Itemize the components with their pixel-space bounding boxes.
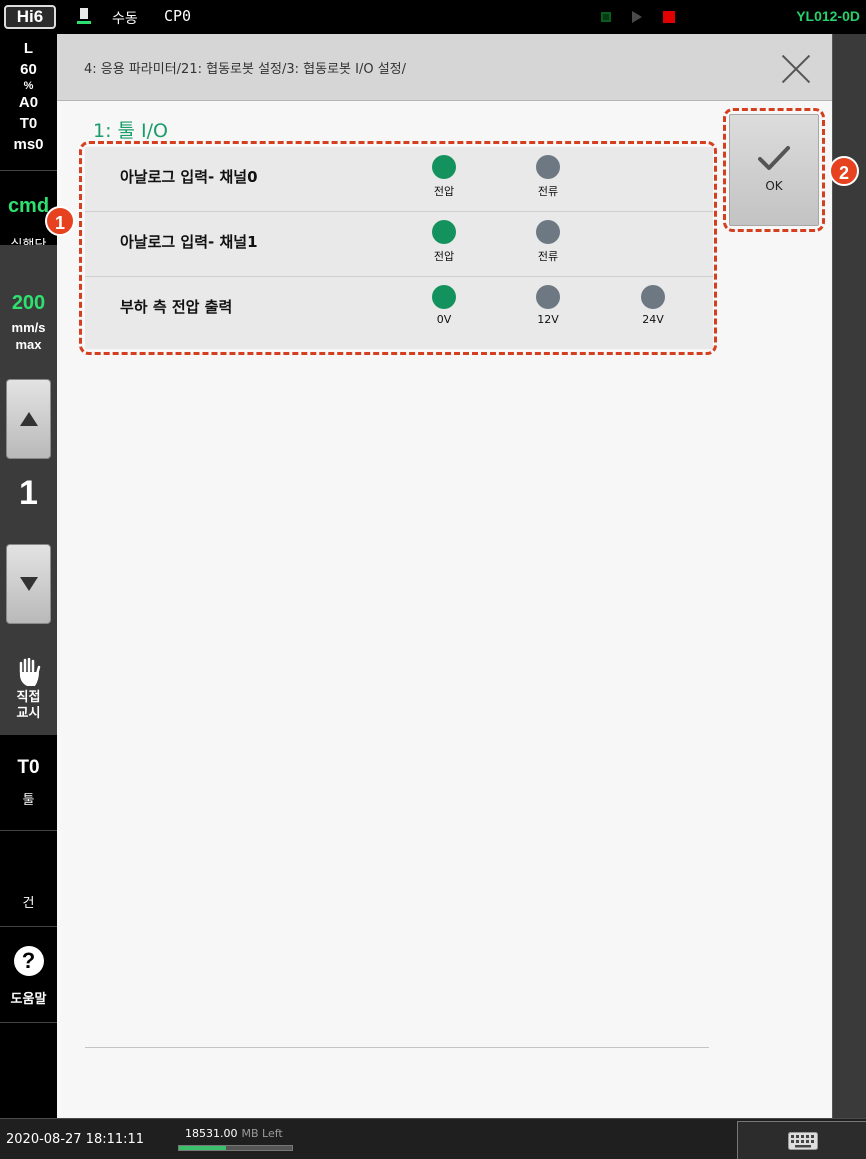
dialog-header: 4: 응용 파라미터/21: 협동로봇 설정/3: 협동로봇 I/O 설정/ xyxy=(57,34,832,101)
help-button[interactable]: ? 도움말 xyxy=(0,946,57,1007)
check-icon xyxy=(758,146,790,170)
option-voltage[interactable]: 전압 xyxy=(414,220,474,264)
direct-teach-label-2: 교시 xyxy=(16,706,41,721)
direct-teach-button[interactable]: 직접 교시 xyxy=(0,638,57,735)
status-line: % xyxy=(23,80,34,92)
status-line: A0 xyxy=(18,94,39,111)
left-sidebar: L 60 % A0 T0 ms0 cmd 실행단 200 mm/s max 1 … xyxy=(0,34,57,1118)
down-arrow-icon xyxy=(20,577,38,591)
option-caption: 전압 xyxy=(433,185,455,198)
step-up-button[interactable] xyxy=(6,379,51,459)
keyboard-icon xyxy=(788,1132,818,1150)
speed-mode: max xyxy=(15,337,42,352)
step-down-button[interactable] xyxy=(6,544,51,624)
help-label: 도움말 xyxy=(10,992,47,1007)
option-current[interactable]: 전류 xyxy=(518,220,578,264)
divider xyxy=(85,1047,709,1048)
play-icon xyxy=(632,11,642,23)
divider xyxy=(0,926,57,927)
up-arrow-icon xyxy=(20,412,38,426)
tool-io-panel: 아날로그 입력- 채널0 전압 전류 아날로그 입력- 채널1 전압 전류 부하… xyxy=(85,147,713,349)
option-24v[interactable]: 24V xyxy=(623,285,683,326)
memory-suffix: MB Left xyxy=(241,1127,283,1140)
memory-readout: 18531.00 MB Left xyxy=(185,1127,283,1140)
radio-unselected[interactable] xyxy=(536,220,560,244)
status-line: L xyxy=(23,40,34,57)
ok-button[interactable]: OK xyxy=(729,114,819,226)
tool-label: 툴 xyxy=(22,793,35,808)
speed-panel[interactable]: 200 mm/s max xyxy=(0,245,57,373)
speed-value: 200 xyxy=(11,292,46,314)
annotation-badge-2: 2 xyxy=(829,156,859,186)
option-caption: 전류 xyxy=(537,185,559,198)
memory-bar xyxy=(178,1145,293,1151)
option-caption: 24V xyxy=(642,313,664,326)
right-scroll-strip xyxy=(832,34,866,1118)
radio-unselected[interactable] xyxy=(536,285,560,309)
option-caption: 전압 xyxy=(433,250,455,263)
option-12v[interactable]: 12V xyxy=(518,285,578,326)
option-caption: 0V xyxy=(436,313,452,326)
step-value: 1 xyxy=(19,474,38,512)
option-0v[interactable]: 0V xyxy=(414,285,474,326)
ok-label: OK xyxy=(765,179,783,193)
divider xyxy=(0,830,57,831)
divider xyxy=(0,1022,57,1023)
program-indicator[interactable]: CP0 xyxy=(164,7,191,25)
io-row-label: 부하 측 전압 출력 xyxy=(120,298,233,316)
status-line: ms0 xyxy=(13,136,44,153)
status-line: 60 xyxy=(20,61,37,78)
hi6-logo: Hi6 xyxy=(4,5,56,29)
radio-selected[interactable] xyxy=(432,285,456,309)
direct-teach-label-1: 직접 xyxy=(16,690,41,705)
section-title: 1: 툴 I/O xyxy=(93,120,169,142)
option-caption: 12V xyxy=(537,313,559,326)
radio-selected[interactable] xyxy=(432,220,456,244)
operation-mode[interactable]: 수동 xyxy=(112,8,138,28)
io-row-load-voltage: 부하 측 전압 출력 0V 12V 24V xyxy=(85,277,713,349)
option-caption: 전류 xyxy=(537,250,559,263)
option-current[interactable]: 전류 xyxy=(518,155,578,199)
divider xyxy=(0,170,57,171)
datetime: 2020-08-27 18:11:11 xyxy=(6,1132,145,1147)
breadcrumb: 4: 응용 파라미터/21: 협동로봇 설정/3: 협동로봇 I/O 설정/ xyxy=(84,62,407,77)
top-bar: Hi6 수동 CP0 YL012-0D xyxy=(0,0,866,34)
status-bar: 2020-08-27 18:11:11 18531.00 MB Left xyxy=(0,1118,866,1159)
close-button[interactable] xyxy=(778,50,814,86)
io-row-analog-ch0: 아날로그 입력- 채널0 전압 전류 xyxy=(85,147,713,212)
annotation-badge-1: 1 xyxy=(45,206,75,236)
robot-status-block[interactable]: L 60 % A0 T0 ms0 xyxy=(0,34,57,167)
radio-unselected[interactable] xyxy=(641,285,665,309)
option-voltage[interactable]: 전압 xyxy=(414,155,474,199)
tool-button[interactable]: T0 툴 xyxy=(0,757,57,808)
teach-pendant-icon xyxy=(77,8,91,24)
help-icon: ? xyxy=(13,946,44,976)
io-row-label: 아날로그 입력- 채널0 xyxy=(120,168,258,186)
gun-button[interactable]: 건 xyxy=(0,892,57,911)
speed-unit: mm/s xyxy=(11,320,46,335)
tool-value: T0 xyxy=(17,757,40,778)
motor-on-icon xyxy=(601,12,611,22)
radio-selected[interactable] xyxy=(432,155,456,179)
status-line: T0 xyxy=(19,115,38,132)
radio-unselected[interactable] xyxy=(536,155,560,179)
io-settings-dialog: 4: 응용 파라미터/21: 협동로봇 설정/3: 협동로봇 I/O 설정/ 1… xyxy=(57,34,832,1118)
io-row-analog-ch1: 아날로그 입력- 채널1 전압 전류 xyxy=(85,212,713,277)
keyboard-button[interactable] xyxy=(737,1121,866,1159)
hand-icon xyxy=(19,658,40,686)
memory-bar-fill xyxy=(179,1146,227,1150)
io-row-label: 아날로그 입력- 채널1 xyxy=(120,233,258,251)
controller-version: YL012-0D xyxy=(796,8,860,24)
stop-icon xyxy=(663,11,675,23)
memory-value: 18531.00 xyxy=(185,1127,238,1140)
